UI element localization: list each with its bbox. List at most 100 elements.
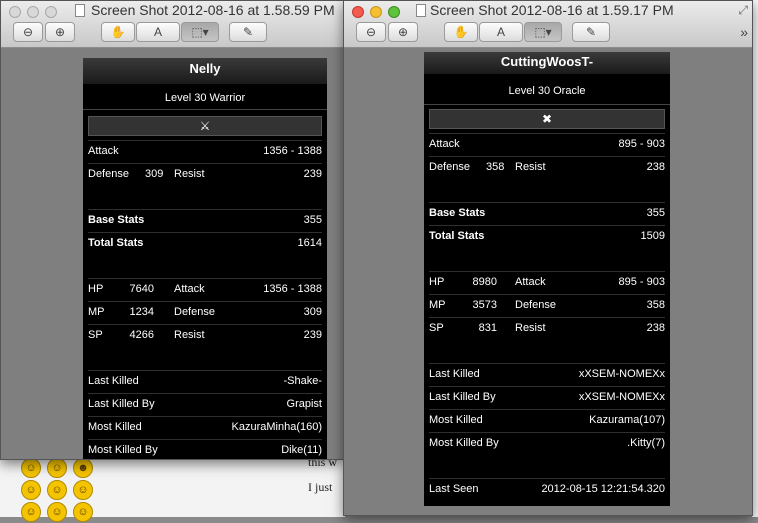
resist-value: 239 — [303, 329, 322, 341]
zoom-out-button[interactable]: ⊖ — [356, 22, 386, 42]
stat-row: HP 8980 Attack 895 - 903 — [429, 271, 665, 294]
window-controls — [352, 5, 406, 23]
forum-text: I just — [308, 480, 333, 494]
stat-row: Last Killed xXSEM-NOMEXx — [429, 363, 665, 386]
annotate-button[interactable]: ✎ — [572, 22, 610, 42]
smiley-icon[interactable]: ☺ — [21, 458, 41, 478]
close-button[interactable] — [9, 6, 21, 18]
close-button[interactable] — [352, 6, 364, 18]
defense-value: 309 — [303, 306, 322, 318]
resist-label: Resist — [515, 322, 546, 334]
attack-value: 1356 - 1388 — [263, 145, 322, 157]
stat-row: Base Stats 355 — [88, 209, 322, 232]
zoom-in-button[interactable]: ⊕ — [45, 22, 75, 42]
attack-label: Attack — [515, 276, 546, 288]
resist-value: 239 — [303, 168, 322, 180]
annotate-button[interactable]: ✎ — [229, 22, 267, 42]
smiley-icon[interactable]: ☺ — [73, 480, 93, 500]
stat-row: Last Killed By xXSEM-NOMEXx — [429, 386, 665, 409]
mp-label: MP — [88, 306, 105, 318]
stat-row: MP 1234 Defense 309 — [88, 301, 322, 324]
base-stats-label: Base Stats — [429, 207, 486, 219]
last-seen-value: 2012-08-15 12:21:54.320 — [541, 483, 665, 495]
most-killed-by-value: Dike(11) — [281, 444, 322, 456]
attack-value: 895 - 903 — [618, 276, 665, 288]
image-area: CuttingWoosT- Level 30 Oracle ✖ Attack 89… — [344, 48, 752, 515]
smiley-panel: ☺ ☺ ☻ ☺ ☺ ☺ ☺ ☺ ☺ — [18, 457, 98, 523]
total-stats-value: 1614 — [297, 237, 322, 249]
character-name: CuttingWoosT- — [424, 52, 670, 74]
text-tool-button[interactable]: A — [479, 22, 523, 42]
hand-tool-button[interactable]: ✋ — [444, 22, 478, 42]
resist-value: 238 — [646, 322, 665, 334]
stat-row: Base Stats 355 — [429, 202, 665, 225]
minimize-button[interactable] — [370, 6, 382, 18]
smiley-icon[interactable]: ☺ — [21, 502, 41, 522]
preview-window-left: Screen Shot 2012-08-16 at 1.58.59 PM ⊖ ⊕… — [0, 0, 344, 460]
most-killed-value: KazuraMinha(160) — [231, 421, 323, 433]
stat-row: Total Stats 1614 — [88, 232, 322, 255]
image-area: Nelly Level 30 Warrior ⚔ Attack 1356 - 13… — [1, 48, 343, 459]
stat-row: Most Killed By Dike(11) — [88, 439, 322, 462]
character-panel: CuttingWoosT- Level 30 Oracle ✖ Attack 89… — [424, 52, 670, 506]
total-stats-label: Total Stats — [429, 230, 485, 242]
zoom-button[interactable] — [388, 6, 400, 18]
last-killed-by-label: Last Killed By — [429, 391, 496, 403]
attack-value: 1356 - 1388 — [263, 283, 322, 295]
base-stats-value: 355 — [303, 214, 322, 226]
zoom-out-button[interactable]: ⊖ — [13, 22, 43, 42]
stat-row: Last Killed By Grapist — [88, 393, 322, 416]
window-title: Screen Shot 2012-08-16 at 1.58.59 PM — [91, 2, 335, 18]
resist-label: Resist — [174, 329, 205, 341]
stat-row: Last Seen 2012-08-15 12:21:54.320 — [429, 478, 665, 501]
smiley-icon[interactable]: ☺ — [47, 480, 67, 500]
attack-label: Attack — [429, 138, 460, 150]
toolbar: ⊖ ⊕ ✋ A ⬚▾ ✎ » — [344, 22, 752, 44]
smiley-icon[interactable]: ☺ — [47, 458, 67, 478]
mp-value: 1234 — [129, 306, 154, 318]
stat-row: Defense 358 Resist 238 — [429, 156, 665, 179]
resist-label: Resist — [515, 161, 546, 173]
total-stats-label: Total Stats — [88, 237, 144, 249]
most-killed-by-value: .Kitty(7) — [627, 437, 665, 449]
attack-label: Attack — [88, 145, 119, 157]
overflow-chevron-icon[interactable]: » — [740, 24, 748, 40]
titlebar: Screen Shot 2012-08-16 at 1.58.59 PM ⊖ ⊕… — [1, 1, 343, 48]
minimize-button[interactable] — [27, 6, 39, 18]
last-killed-by-label: Last Killed By — [88, 398, 155, 410]
character-level: Level 30 Warrior — [83, 84, 327, 110]
stat-row: Most Killed KazuraMinha(160) — [88, 416, 322, 439]
defense-value: 358 — [486, 161, 505, 173]
mp-label: MP — [429, 299, 446, 311]
stat-row: HP 7640 Attack 1356 - 1388 — [88, 278, 322, 301]
sp-value: 831 — [478, 322, 497, 334]
smiley-icon[interactable]: ☺ — [73, 502, 93, 522]
stat-row: MP 3573 Defense 358 — [429, 294, 665, 317]
select-tool-button[interactable]: ⬚▾ — [524, 22, 562, 42]
last-killed-value: xXSEM-NOMEXx — [578, 368, 665, 380]
stat-row: SP 4266 Resist 239 — [88, 324, 322, 347]
defense-label: Defense — [88, 168, 129, 180]
zoom-button[interactable] — [45, 6, 57, 18]
fullscreen-icon[interactable]: ⤢ — [738, 3, 748, 18]
character-name: Nelly — [83, 58, 327, 84]
most-killed-label: Most Killed — [88, 421, 142, 433]
titlebar: Screen Shot 2012-08-16 at 1.59.17 PM ⤢ ⊖… — [344, 1, 752, 48]
text-tool-button[interactable]: A — [136, 22, 180, 42]
select-tool-button[interactable]: ⬚▾ — [181, 22, 219, 42]
smiley-icon[interactable]: ☺ — [47, 502, 67, 522]
defense-value: 358 — [646, 299, 665, 311]
window-controls — [9, 5, 63, 23]
preview-window-right: Screen Shot 2012-08-16 at 1.59.17 PM ⤢ ⊖… — [343, 0, 753, 516]
zoom-in-button[interactable]: ⊕ — [388, 22, 418, 42]
hand-tool-button[interactable]: ✋ — [101, 22, 135, 42]
smiley-icon[interactable]: ☺ — [21, 480, 41, 500]
stat-row: Total Stats 1509 — [429, 225, 665, 248]
resist-label: Resist — [174, 168, 205, 180]
base-stats-label: Base Stats — [88, 214, 145, 226]
base-stats-value: 355 — [646, 207, 665, 219]
last-killed-by-value: Grapist — [286, 398, 322, 410]
stat-row: SP 831 Resist 238 — [429, 317, 665, 340]
last-killed-value: -Shake- — [283, 375, 322, 387]
defense-value: 309 — [145, 168, 164, 180]
